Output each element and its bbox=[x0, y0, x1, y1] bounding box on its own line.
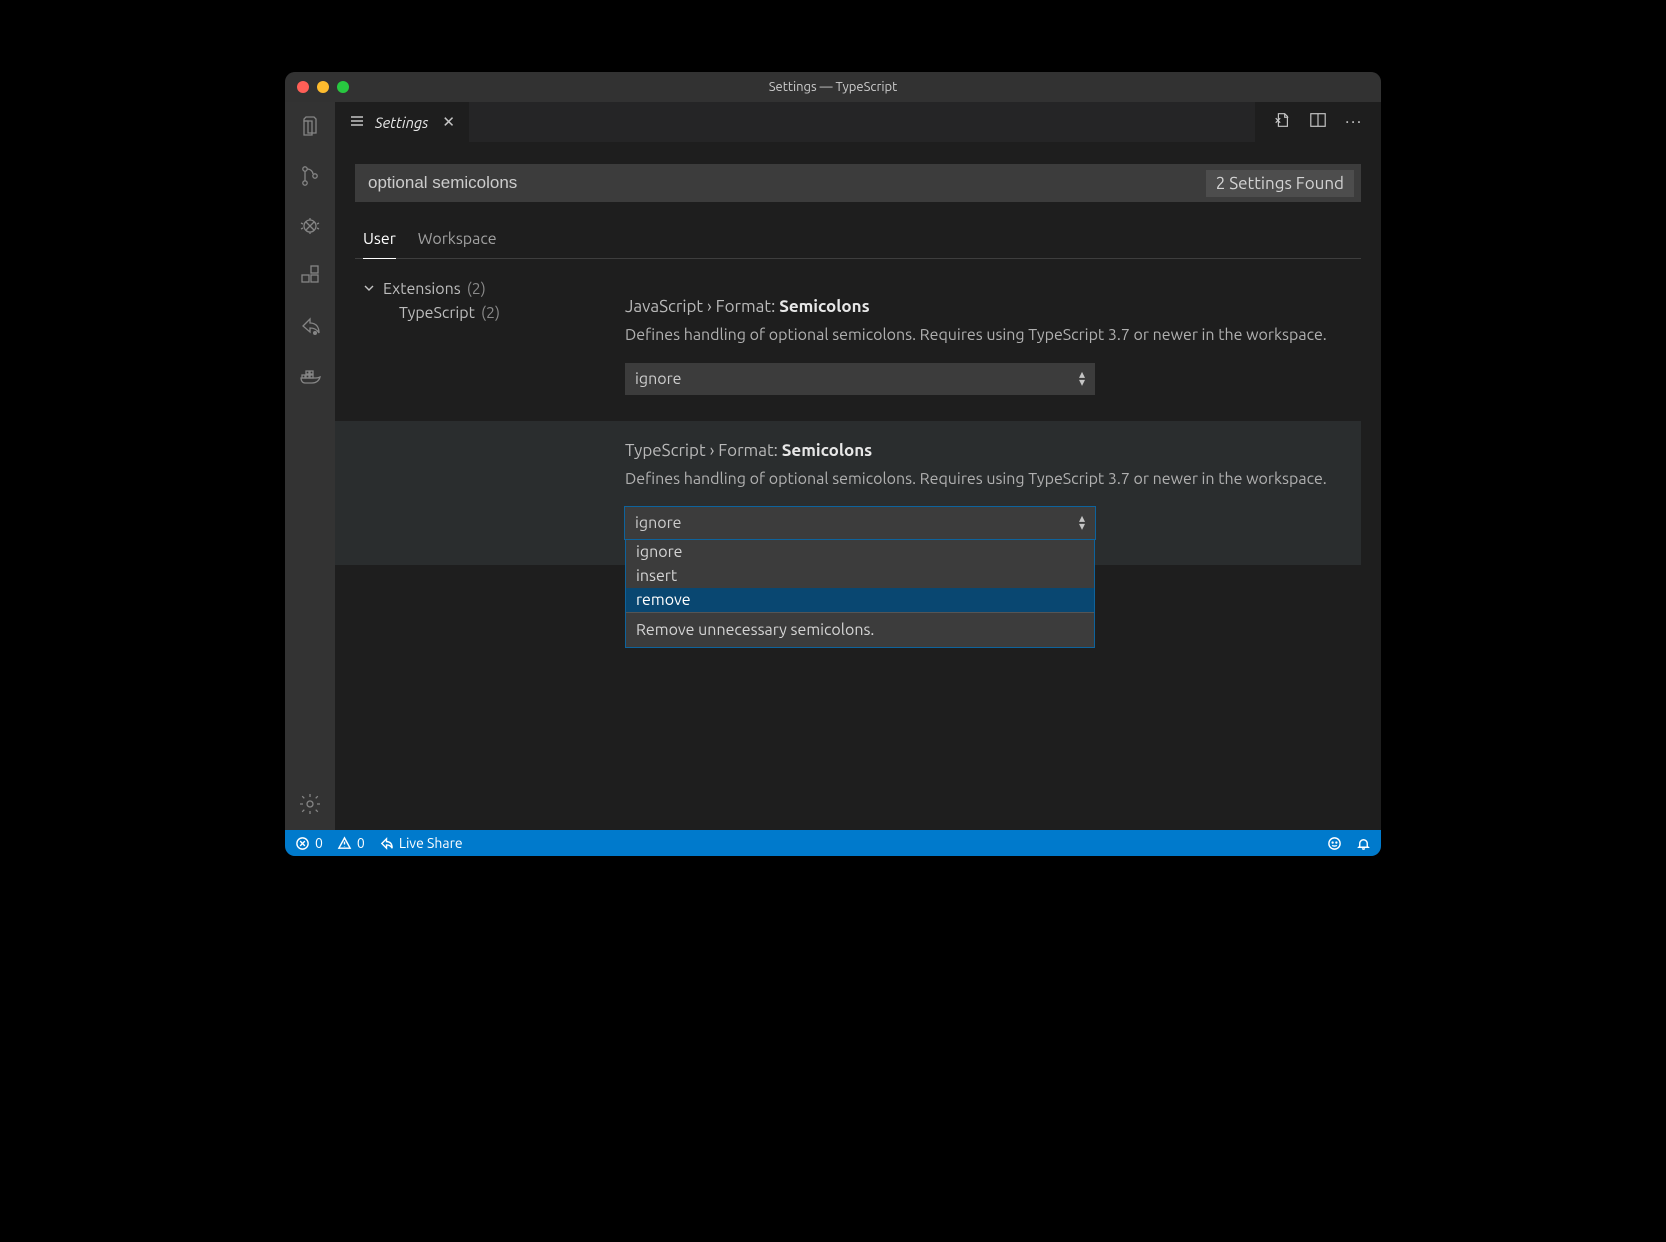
select-option-ignore[interactable]: ignore bbox=[626, 540, 1094, 564]
vscode-window: Settings — TypeScript bbox=[285, 72, 1381, 856]
select-option-remove[interactable]: remove bbox=[626, 588, 1094, 612]
toc-typescript[interactable]: TypeScript (2) bbox=[363, 301, 615, 325]
titlebar: Settings — TypeScript bbox=[285, 72, 1381, 102]
editor-body: Settings ✕ ··· 2 Sett bbox=[285, 102, 1381, 830]
status-feedback-icon[interactable] bbox=[1327, 836, 1342, 851]
setting-select-ts-semicolons[interactable]: ignore ▴▾ bbox=[625, 507, 1095, 539]
select-option-hint: Remove unnecessary semicolons. bbox=[626, 612, 1094, 647]
setting-js-semicolons: JavaScript › Format: Semicolons Defines … bbox=[625, 277, 1361, 421]
explorer-icon[interactable] bbox=[296, 112, 324, 140]
settings-search: 2 Settings Found bbox=[355, 164, 1361, 202]
settings-list: JavaScript › Format: Semicolons Defines … bbox=[625, 277, 1361, 830]
traffic-lights bbox=[297, 81, 349, 93]
setting-key: Semicolons bbox=[779, 297, 869, 316]
setting-select-js-semicolons[interactable]: ignore ▴▾ bbox=[625, 363, 1095, 395]
toc-extensions[interactable]: Extensions (2) bbox=[363, 277, 615, 301]
status-liveshare[interactable]: Live Share bbox=[379, 835, 463, 851]
select-value: ignore bbox=[635, 514, 681, 532]
more-actions-icon[interactable]: ··· bbox=[1345, 113, 1363, 131]
docker-icon[interactable] bbox=[296, 362, 324, 390]
split-editor-icon[interactable] bbox=[1309, 111, 1327, 133]
debug-icon[interactable] bbox=[296, 212, 324, 240]
status-errors-count: 0 bbox=[315, 835, 323, 851]
editor-tab-bar: Settings ✕ ··· bbox=[335, 102, 1381, 142]
settings-search-input[interactable] bbox=[356, 173, 1206, 193]
window-maximize-button[interactable] bbox=[337, 81, 349, 93]
setting-ts-semicolons: TypeScript › Format: Semicolons Defines … bbox=[335, 421, 1361, 565]
scope-tab-user[interactable]: User bbox=[363, 224, 396, 259]
main-column: Settings ✕ ··· 2 Sett bbox=[335, 102, 1381, 830]
settings-editor: 2 Settings Found User Workspace Extensio… bbox=[335, 142, 1381, 830]
editor-actions: ··· bbox=[1255, 102, 1381, 142]
tab-settings[interactable]: Settings ✕ bbox=[335, 102, 470, 142]
window-title: Settings — TypeScript bbox=[285, 80, 1381, 94]
scope-tab-workspace[interactable]: Workspace bbox=[418, 224, 497, 258]
select-option-insert[interactable]: insert bbox=[626, 564, 1094, 588]
open-settings-json-icon[interactable] bbox=[1273, 111, 1291, 133]
setting-category: TypeScript › Format: bbox=[625, 441, 778, 460]
select-value: ignore bbox=[635, 370, 681, 388]
select-dropdown: ignore insert remove Remove unnecessary … bbox=[625, 539, 1095, 648]
setting-description: Defines handling of optional semicolons.… bbox=[625, 468, 1341, 491]
source-control-icon[interactable] bbox=[296, 162, 324, 190]
toc-count: (2) bbox=[481, 304, 500, 322]
toc-label: Extensions bbox=[383, 280, 461, 298]
status-errors[interactable]: 0 bbox=[295, 835, 323, 851]
settings-scope-tabs: User Workspace bbox=[355, 224, 1361, 259]
window-close-button[interactable] bbox=[297, 81, 309, 93]
status-liveshare-label: Live Share bbox=[399, 835, 463, 851]
settings-list-icon bbox=[349, 113, 365, 132]
settings-gear-icon[interactable] bbox=[296, 790, 324, 818]
status-warnings[interactable]: 0 bbox=[337, 835, 365, 851]
setting-description: Defines handling of optional semicolons.… bbox=[625, 324, 1341, 347]
setting-key: Semicolons bbox=[782, 441, 872, 460]
extensions-icon[interactable] bbox=[296, 262, 324, 290]
status-notifications-icon[interactable] bbox=[1356, 836, 1371, 851]
settings-found-count: 2 Settings Found bbox=[1206, 170, 1354, 197]
select-arrows-icon: ▴▾ bbox=[1079, 515, 1085, 531]
chevron-down-icon bbox=[363, 280, 377, 298]
tab-close-icon[interactable]: ✕ bbox=[442, 113, 455, 131]
activity-bar bbox=[285, 102, 335, 830]
window-minimize-button[interactable] bbox=[317, 81, 329, 93]
status-bar: 0 0 Live Share bbox=[285, 830, 1381, 856]
select-arrows-icon: ▴▾ bbox=[1079, 371, 1085, 387]
liveshare-sidebar-icon[interactable] bbox=[296, 312, 324, 340]
setting-category: JavaScript › Format: bbox=[625, 297, 775, 316]
toc-count: (2) bbox=[467, 280, 486, 298]
tab-label: Settings bbox=[375, 114, 428, 131]
status-warnings-count: 0 bbox=[357, 835, 365, 851]
toc-label: TypeScript bbox=[399, 304, 475, 322]
